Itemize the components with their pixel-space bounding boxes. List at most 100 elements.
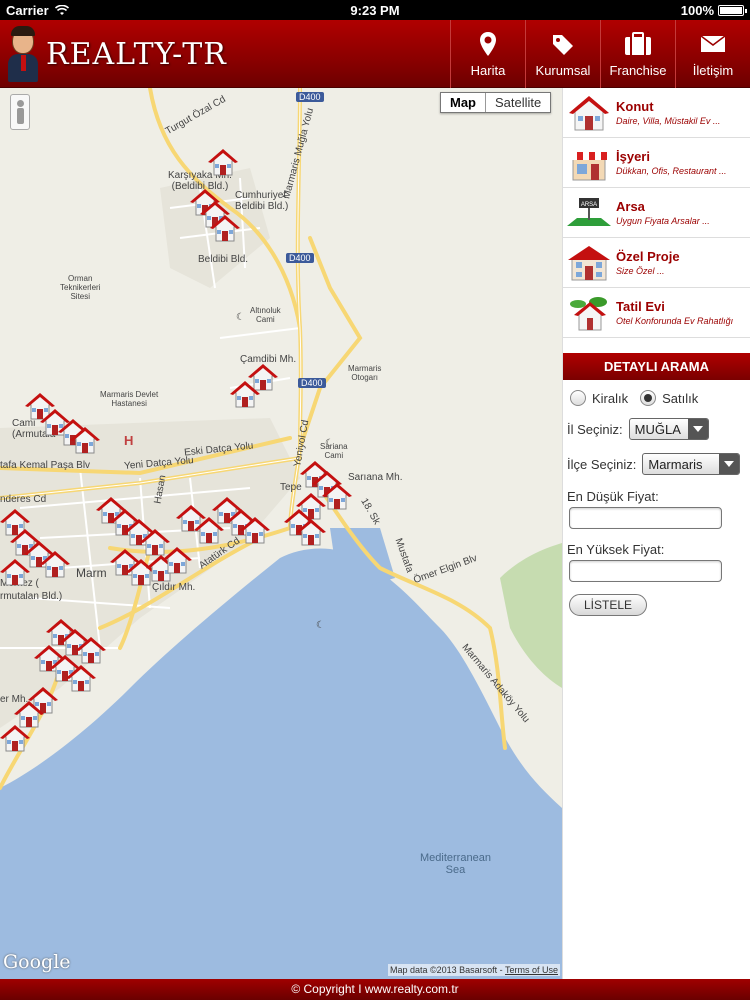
- category-subtitle: Uygun Fiyata Arsalar ...: [616, 216, 710, 226]
- category-subtitle: Size Özel ...: [616, 266, 665, 276]
- category-title: Arsa: [616, 199, 645, 214]
- map-type-toggle: Map Satellite: [440, 92, 552, 113]
- wifi-icon: [54, 4, 69, 15]
- listing-house-marker-icon[interactable]: [76, 636, 106, 664]
- sea-label: Mediterranean Sea: [420, 852, 491, 876]
- carrier-label: Carrier: [6, 2, 49, 18]
- listing-house-marker-icon[interactable]: [66, 664, 96, 692]
- brand-name: REALTY-TR: [46, 36, 227, 72]
- house-icon: [569, 95, 609, 130]
- footer-copyright: © Copyright I www.realty.com.tr: [0, 979, 750, 1000]
- sidebar: Konut Daire, Villa, Müstakil Ev ... İşye…: [562, 88, 750, 979]
- app-header: REALTY-TR Harita Kurumsal Franchise İlet…: [0, 20, 750, 88]
- map-label: Cumhuriyet Beldibi Bld.): [235, 190, 289, 212]
- rent-label: Kiralık: [592, 390, 629, 406]
- highway-shield: D400: [296, 92, 324, 102]
- province-select[interactable]: MUĞLA: [628, 418, 709, 440]
- map-label: rmutalan Bld.): [0, 591, 63, 602]
- map-label: Marmaris Devlet Hastanesi: [100, 390, 159, 408]
- highway-shield: D400: [286, 253, 314, 263]
- terms-of-use-link[interactable]: Terms of Use: [505, 965, 558, 975]
- nav-franchise-label: Franchise: [609, 62, 667, 78]
- map-type-satellite-button[interactable]: Satellite: [486, 93, 550, 112]
- google-logo: Google: [3, 951, 71, 973]
- map-label: Beldibi Bld.: [198, 254, 249, 265]
- chevron-down-icon: [687, 419, 708, 439]
- province-row: İl Seçiniz: MUĞLA: [563, 418, 750, 440]
- min-price-label: En Düşük Fiyat:: [567, 489, 659, 504]
- arsa-sign-text: ARSA: [581, 202, 597, 208]
- battery-icon: [718, 4, 747, 16]
- street-view-pegman-icon[interactable]: [10, 94, 30, 130]
- listing-house-marker-icon[interactable]: [240, 516, 270, 544]
- holiday-house-icon: [570, 296, 607, 330]
- mascot-icon: [4, 24, 42, 84]
- min-price-input[interactable]: [569, 507, 722, 529]
- district-select[interactable]: Marmaris: [642, 453, 741, 475]
- max-price-input[interactable]: [569, 560, 722, 582]
- logo[interactable]: REALTY-TR: [4, 22, 227, 86]
- sale-label: Satılık: [662, 390, 699, 406]
- map-label: Sarıana Mh.: [348, 472, 403, 483]
- category-arsa[interactable]: ARSA Arsa Uygun Fiyata Arsalar ...: [563, 188, 750, 238]
- nav-franchise[interactable]: Franchise: [600, 20, 675, 88]
- category-tatil-evi[interactable]: Tatil Evi Otel Konforunda Ev Rahatlığı: [563, 288, 750, 338]
- chevron-down-icon: [719, 454, 740, 474]
- listing-house-marker-icon[interactable]: [210, 214, 240, 242]
- sale-radio[interactable]: [640, 390, 657, 406]
- rent-radio[interactable]: [570, 390, 586, 406]
- clock: 9:23 PM: [350, 2, 400, 18]
- land-icon: ARSA: [567, 197, 611, 226]
- nav-kurumsal[interactable]: Kurumsal: [525, 20, 600, 88]
- battery-percent: 100%: [680, 2, 714, 18]
- province-value: MUĞLA: [634, 421, 681, 437]
- listing-type-radios: Kiralık Satılık: [563, 380, 750, 406]
- category-subtitle: Otel Konforunda Ev Rahatlığı: [616, 316, 734, 326]
- status-bar: Carrier 9:23 PM 100%: [0, 0, 750, 20]
- briefcase-icon: [625, 31, 651, 55]
- road-label: tafa Kemal Paşa Blv: [0, 460, 91, 471]
- nav-iletisim-label: İletişim: [692, 62, 734, 78]
- map-base: ☾☾☾ H: [0, 88, 562, 979]
- listing-house-marker-icon[interactable]: [70, 426, 100, 454]
- category-isyeri[interactable]: İşyeri Dükkan, Ofis, Restaurant ...: [563, 138, 750, 188]
- listing-house-marker-icon[interactable]: [0, 724, 30, 752]
- nav-kurumsal-label: Kurumsal: [535, 62, 591, 78]
- svg-text:H: H: [124, 433, 133, 448]
- category-title: Konut: [616, 99, 654, 114]
- category-konut[interactable]: Konut Daire, Villa, Müstakil Ev ...: [563, 88, 750, 138]
- road-label: nderes Cd: [0, 494, 47, 505]
- listing-house-marker-icon[interactable]: [296, 518, 326, 546]
- map-label: Marmaris Otogarı: [348, 364, 382, 382]
- category-title: İşyeri: [616, 149, 650, 164]
- district-label: İlçe Seçiniz:: [567, 456, 637, 472]
- nav-harita[interactable]: Harita: [450, 20, 525, 88]
- category-ozel-proje[interactable]: Özel Proje Size Özel ...: [563, 238, 750, 288]
- map-view[interactable]: ☾ ☾ ☾ H Karşıyaka Mh. (Beldibi Bld.) Cumhur…: [0, 88, 562, 979]
- list-button[interactable]: LİSTELE: [569, 594, 647, 616]
- listing-house-marker-icon[interactable]: [208, 148, 238, 176]
- map-type-map-button[interactable]: Map: [441, 93, 486, 112]
- map-attribution: Map data ©2013 Basarsoft - Terms of Use: [387, 964, 560, 976]
- nav-iletisim[interactable]: İletişim: [675, 20, 750, 88]
- listing-house-marker-icon[interactable]: [40, 550, 70, 578]
- map-label: Sariana Cami: [320, 442, 348, 460]
- category-title: Özel Proje: [616, 249, 680, 264]
- listing-house-marker-icon[interactable]: [322, 482, 352, 510]
- district-value: Marmaris: [648, 456, 703, 472]
- nav-harita-label: Harita: [470, 62, 506, 78]
- map-label: Çıldır Mh.: [152, 582, 196, 593]
- listing-house-marker-icon[interactable]: [0, 558, 30, 586]
- highway-shield: D400: [298, 378, 326, 388]
- listing-house-marker-icon[interactable]: [162, 546, 192, 574]
- shop-icon: [571, 151, 607, 180]
- map-label: Orman Teknikerleri Sitesi: [60, 274, 101, 301]
- map-pin-icon: [480, 31, 496, 56]
- tag-icon: [553, 34, 573, 55]
- category-subtitle: Daire, Villa, Müstakil Ev ...: [616, 116, 721, 126]
- svg-text:☾: ☾: [236, 312, 245, 323]
- svg-text:☾: ☾: [316, 620, 325, 631]
- max-price-label: En Yüksek Fiyat:: [567, 542, 665, 557]
- map-label: Altınoluk Cami: [250, 306, 281, 324]
- listing-house-marker-icon[interactable]: [230, 380, 260, 408]
